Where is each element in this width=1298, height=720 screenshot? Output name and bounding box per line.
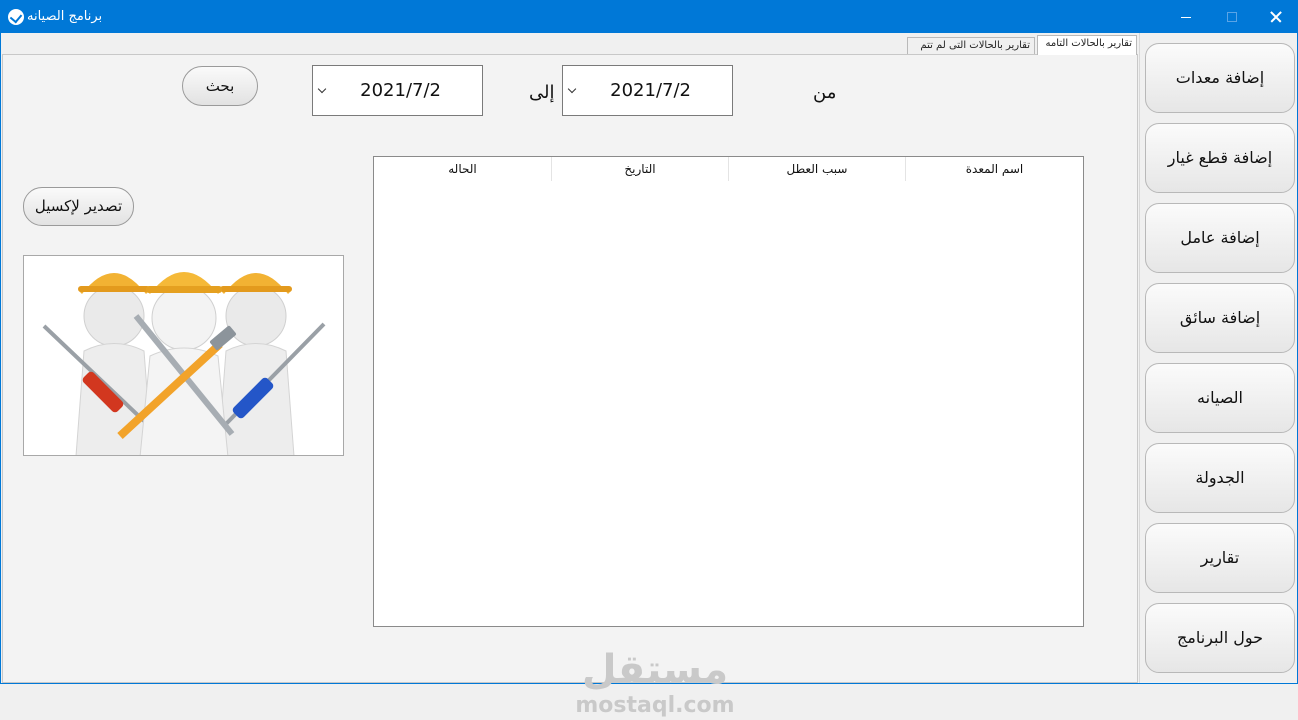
title-bar: برنامج الصيانه bbox=[1, 1, 1298, 33]
column-status[interactable]: الحاله bbox=[374, 157, 551, 181]
maintenance-button[interactable]: الصيانه bbox=[1145, 363, 1295, 433]
to-date-value: 2021/7/2 bbox=[360, 80, 441, 101]
search-button[interactable]: بحث bbox=[182, 66, 258, 106]
reports-button[interactable]: تقارير bbox=[1145, 523, 1295, 593]
schedule-button[interactable]: الجدولة bbox=[1145, 443, 1295, 513]
report-tabs: تقارير بالحالات التى لم تتم تقارير بالحا… bbox=[1, 33, 1139, 55]
from-label: من bbox=[813, 82, 837, 103]
tab-completed-reports[interactable]: تقارير بالحالات التامه bbox=[1037, 35, 1137, 55]
sidebar: إضافة معدات إضافة قطع غيار إضافة عامل إض… bbox=[1139, 33, 1298, 683]
watermark-arabic: مستقل bbox=[581, 647, 729, 693]
maximize-button[interactable] bbox=[1209, 1, 1255, 33]
app-window: برنامج الصيانه تقارير بالحالات التى لم ت… bbox=[0, 0, 1298, 718]
watermark: مستقل mostaql.com bbox=[575, 648, 735, 720]
add-worker-button[interactable]: إضافة عامل bbox=[1145, 203, 1295, 273]
to-label: إلى bbox=[529, 82, 555, 103]
from-date-picker[interactable]: 2021/7/2 bbox=[562, 65, 733, 116]
reports-table[interactable]: اسم المعدة سبب العطل التاريخ الحاله bbox=[373, 156, 1084, 627]
add-driver-button[interactable]: إضافة سائق bbox=[1145, 283, 1295, 353]
table-header: اسم المعدة سبب العطل التاريخ الحاله bbox=[374, 157, 1083, 181]
about-button[interactable]: حول البرنامج bbox=[1145, 603, 1295, 673]
tab-incomplete-reports[interactable]: تقارير بالحالات التى لم تتم bbox=[907, 37, 1035, 55]
column-equipment-name[interactable]: اسم المعدة bbox=[905, 157, 1083, 181]
reports-panel: من 2021/7/2 إلى 2021/7/2 بحث تصدير لإكسي… bbox=[2, 54, 1138, 718]
watermark-latin: mostaql.com bbox=[575, 693, 735, 718]
minimize-button[interactable] bbox=[1163, 1, 1209, 33]
column-date[interactable]: التاريخ bbox=[551, 157, 728, 181]
minimize-icon bbox=[1181, 17, 1191, 18]
close-button[interactable] bbox=[1253, 1, 1298, 33]
workers-with-tools-illustration bbox=[42, 272, 326, 455]
app-check-icon bbox=[8, 9, 24, 25]
maximize-icon bbox=[1227, 12, 1237, 22]
to-date-picker[interactable]: 2021/7/2 bbox=[312, 65, 483, 116]
window-title: برنامج الصيانه bbox=[27, 9, 103, 24]
add-equipment-button[interactable]: إضافة معدات bbox=[1145, 43, 1295, 113]
export-excel-button[interactable]: تصدير لإكسيل bbox=[23, 187, 134, 226]
column-fault-reason[interactable]: سبب العطل bbox=[728, 157, 905, 181]
from-date-value: 2021/7/2 bbox=[610, 80, 691, 101]
add-spare-parts-button[interactable]: إضافة قطع غيار bbox=[1145, 123, 1295, 193]
workers-image bbox=[23, 255, 344, 456]
